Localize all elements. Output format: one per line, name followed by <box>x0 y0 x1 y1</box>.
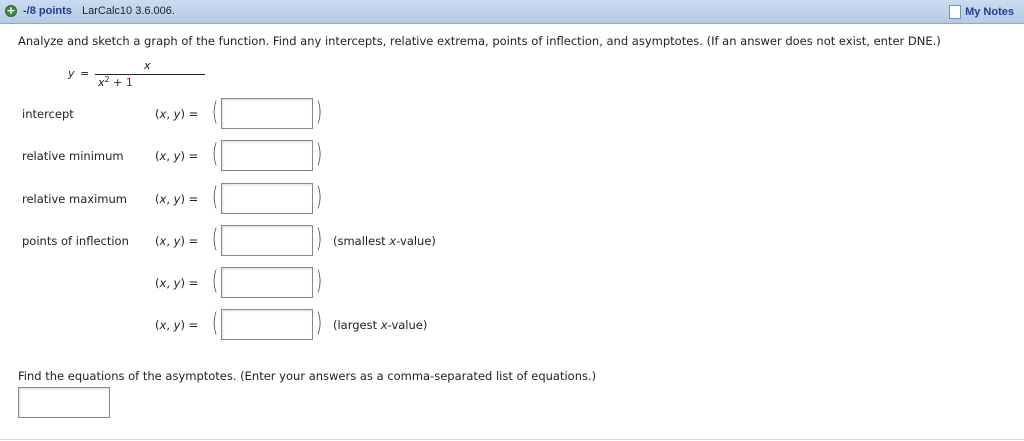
smallest-x-note: (smallest x-value) <box>333 234 436 248</box>
function-denominator: x2 + 1 <box>98 75 133 89</box>
inflection-row-2: (x, y) = ( ) <box>0 266 1024 300</box>
left-paren: ( <box>212 266 219 296</box>
left-paren: ( <box>212 308 219 338</box>
xy-label: (x, y) = <box>155 192 199 206</box>
expand-plus-icon[interactable]: + <box>5 5 17 17</box>
points-label: -/8 points <box>23 5 72 17</box>
right-paren: ) <box>316 139 323 169</box>
my-notes-label: My Notes <box>965 6 1014 18</box>
xy-label: (x, y) = <box>155 276 199 290</box>
row-label: relative maximum <box>22 192 127 206</box>
inflection-input-2[interactable] <box>221 267 313 298</box>
xy-label: (x, y) = <box>155 234 199 248</box>
instructions-text: Analyze and sketch a graph of the functi… <box>18 34 941 48</box>
right-paren: ) <box>316 224 323 254</box>
right-paren: ) <box>316 97 323 127</box>
relative-minimum-row: relative minimum (x, y) = ( ) <box>0 139 1024 173</box>
question-header: + -/8 points LarCalc10 3.6.006. My Notes <box>0 0 1024 24</box>
xy-label: (x, y) = <box>155 149 199 163</box>
right-paren: ) <box>316 266 323 296</box>
row-label: points of inflection <box>22 234 129 248</box>
xy-label: (x, y) = <box>155 318 199 332</box>
inflection-input-1[interactable] <box>221 225 313 256</box>
asymptotes-input[interactable] <box>18 387 110 418</box>
left-paren: ( <box>212 182 219 212</box>
inflection-row-3: (x, y) = ( ) (largest x-value) <box>0 308 1024 342</box>
intercept-row: intercept (x, y) = ( ) <box>0 97 1024 131</box>
xy-label: (x, y) = <box>155 107 199 121</box>
row-label: intercept <box>22 107 74 121</box>
relative-minimum-input[interactable] <box>221 140 313 171</box>
notes-icon <box>949 5 962 19</box>
left-paren: ( <box>212 224 219 254</box>
function-equals: = <box>80 67 90 80</box>
function-expression: y = x x2 + 1 <box>68 59 205 89</box>
function-lhs: y <box>68 67 75 80</box>
row-label: relative minimum <box>22 149 124 163</box>
relative-maximum-row: relative maximum (x, y) = ( ) <box>0 182 1024 216</box>
largest-x-note: (largest x-value) <box>333 318 428 332</box>
relative-maximum-input[interactable] <box>221 183 313 214</box>
divider <box>0 439 1024 440</box>
left-paren: ( <box>212 139 219 169</box>
left-paren: ( <box>212 97 219 127</box>
function-numerator: x <box>144 59 151 72</box>
right-paren: ) <box>316 182 323 212</box>
problem-id: LarCalc10 3.6.006. <box>82 5 175 17</box>
intercept-input[interactable] <box>221 98 313 129</box>
inflection-row-1: points of inflection (x, y) = ( ) (small… <box>0 224 1024 258</box>
right-paren: ) <box>316 308 323 338</box>
inflection-input-3[interactable] <box>221 309 313 340</box>
my-notes-button[interactable]: My Notes <box>945 3 1018 21</box>
asymptotes-prompt: Find the equations of the asymptotes. (E… <box>18 369 597 383</box>
